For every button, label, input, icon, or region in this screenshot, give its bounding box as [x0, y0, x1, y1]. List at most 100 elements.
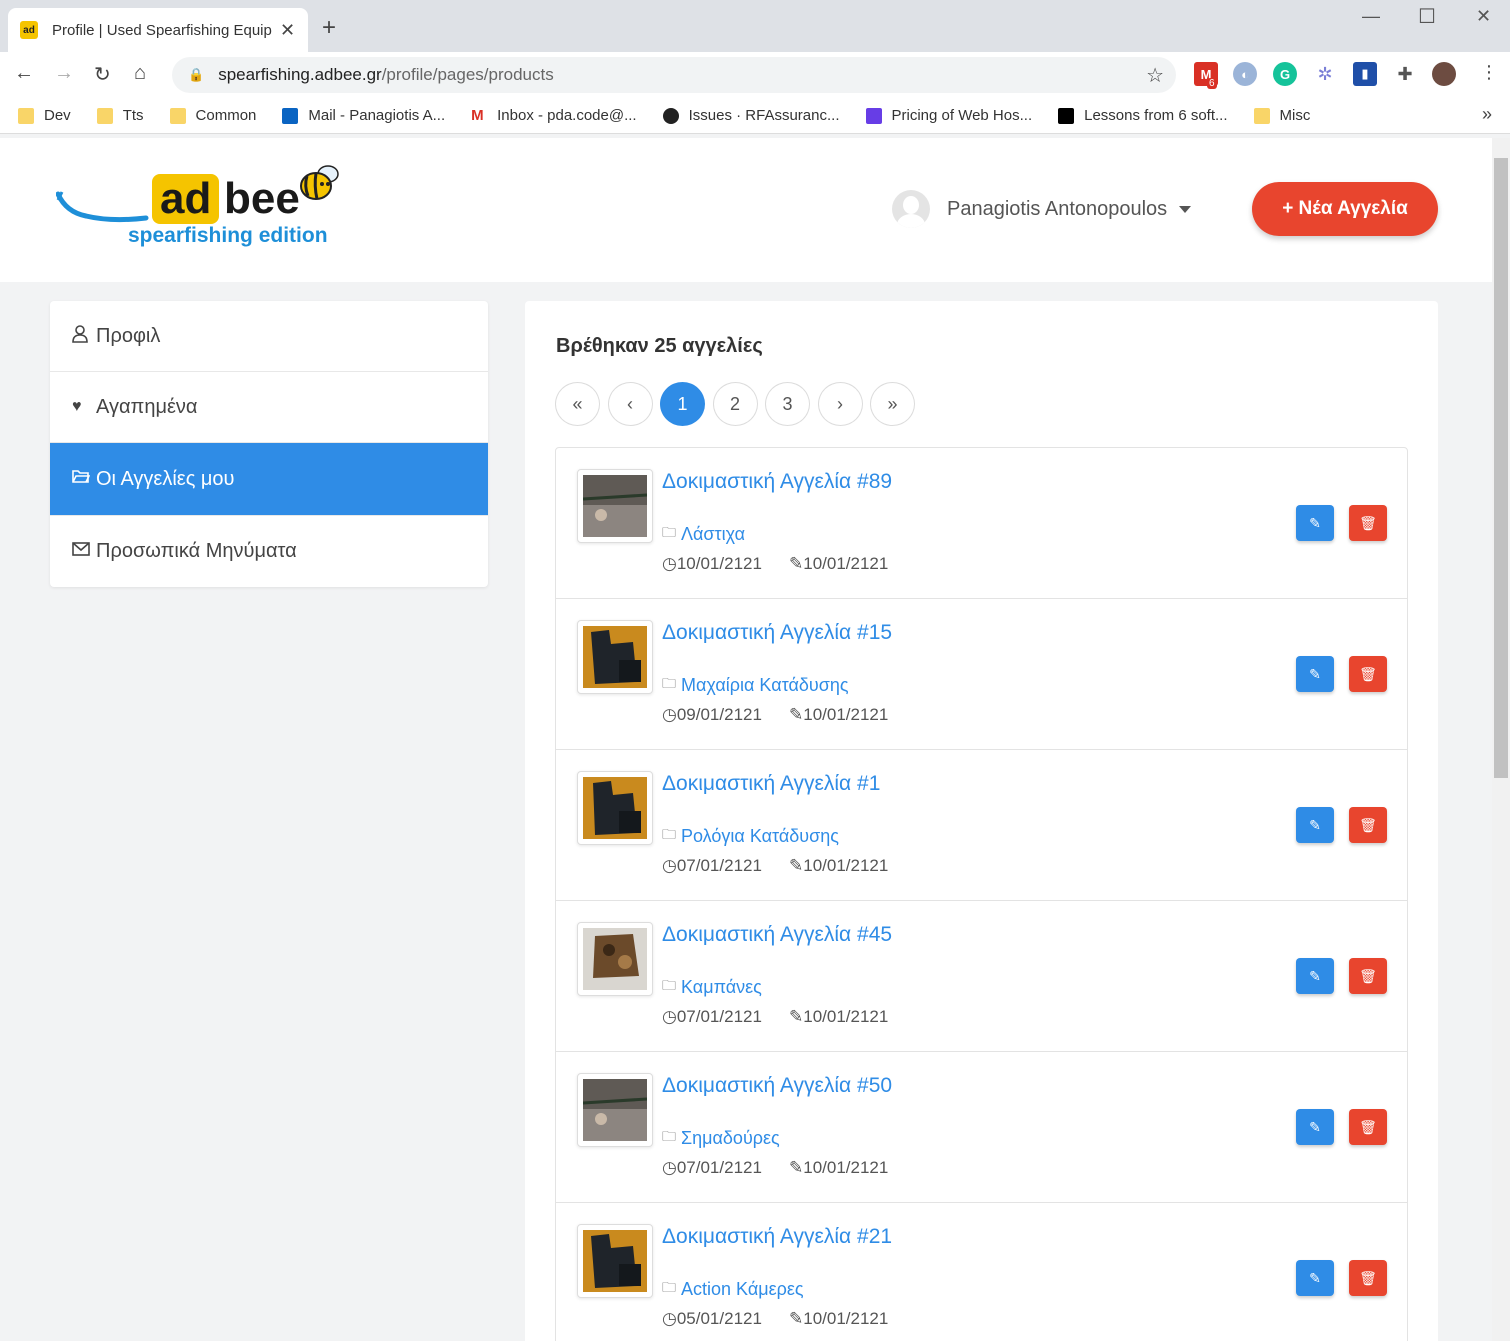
back-icon[interactable]: ← — [14, 62, 34, 85]
home-icon[interactable]: ⌂ — [134, 62, 146, 85]
bookmark-common[interactable]: Common — [169, 107, 256, 124]
ad-title-link[interactable]: Δοκιμαστική Αγγελία #89 — [662, 470, 892, 494]
ad-thumbnail[interactable] — [577, 922, 653, 996]
bookmark-dev[interactable]: Dev — [18, 107, 71, 124]
folder-icon: 🗀 — [662, 1279, 676, 1295]
extension-icon[interactable]: ◐ — [1233, 62, 1257, 86]
bookmark-misc[interactable]: Misc — [1253, 107, 1310, 124]
trello-extension-icon[interactable]: ▮ — [1353, 62, 1377, 86]
reload-icon[interactable]: ↻ — [94, 62, 111, 87]
bookmark-tts[interactable]: Tts — [96, 107, 144, 124]
ad-thumbnail[interactable] — [577, 1073, 653, 1147]
menu-dots-icon[interactable]: ⋮ — [1480, 62, 1498, 83]
folder-icon — [1253, 107, 1270, 124]
heart-icon: ♥ — [72, 398, 82, 415]
ad-title-link[interactable]: Δοκιμαστική Αγγελία #45 — [662, 923, 892, 947]
created-date: 07/01/2121 — [676, 1007, 762, 1026]
trash-icon: 🗑 — [1359, 1118, 1377, 1135]
delete-ad-button[interactable]: 🗑 — [1349, 958, 1387, 994]
edit-ad-button[interactable]: ✎ — [1296, 807, 1334, 843]
page-next-button[interactable]: › — [817, 382, 863, 426]
adbee-logo[interactable]: ad bee spearfishing edition — [56, 160, 356, 260]
pencil-icon: ✎ — [789, 856, 804, 875]
sidebar-item-my-ads[interactable]: Οι Αγγελίες μου — [50, 443, 488, 516]
logo-bee-text: bee — [224, 174, 300, 223]
page-prev-button[interactable]: ‹ — [607, 382, 653, 426]
puzzle-extensions-icon[interactable]: ✚ — [1393, 62, 1417, 86]
profile-avatar-icon[interactable] — [1432, 62, 1456, 86]
site-header: ad bee spearfishing edition Panagiotis A… — [0, 138, 1492, 282]
ad-category-link[interactable]: 🗀 Action Κάμερες — [662, 1277, 804, 1301]
page-3-button[interactable]: 3 — [765, 382, 810, 426]
ad-dates: ◷07/01/2121 ✎10/01/2121 — [662, 1007, 888, 1027]
ad-list-item: Δοκιμαστική Αγγελία #45 🗀 Καμπάνες ◷07/01… — [556, 901, 1407, 1052]
edit-ad-button[interactable]: ✎ — [1296, 656, 1334, 692]
clock-icon: ◷ — [662, 1007, 677, 1026]
ad-category-link[interactable]: 🗀 Καμπάνες — [662, 975, 762, 999]
bookmark-star-icon[interactable]: ☆ — [1146, 63, 1164, 88]
user-icon — [72, 324, 96, 348]
ad-thumbnail[interactable] — [577, 620, 653, 694]
browser-tabstrip: ad Profile | Used Spearfishing Equipment… — [0, 0, 1510, 52]
adbee-favicon-icon: ad — [20, 21, 38, 39]
ad-photo-image — [583, 928, 647, 990]
close-tab-icon[interactable]: ✕ — [280, 20, 295, 41]
url-text: spearfishing.adbee.gr/profile/pages/prod… — [218, 65, 554, 84]
ad-dates: ◷07/01/2121 ✎10/01/2121 — [662, 1158, 888, 1178]
ad-title-link[interactable]: Δοκιμαστική Αγγελία #50 — [662, 1074, 892, 1098]
new-tab-icon[interactable]: + — [322, 14, 336, 42]
edit-ad-button[interactable]: ✎ — [1296, 505, 1334, 541]
page-2-button[interactable]: 2 — [712, 382, 758, 426]
delete-ad-button[interactable]: 🗑 — [1349, 1260, 1387, 1296]
new-ad-button[interactable]: + Νέα Αγγελία — [1252, 182, 1438, 236]
delete-ad-button[interactable]: 🗑 — [1349, 807, 1387, 843]
forward-icon[interactable]: → — [54, 62, 74, 85]
page-first-button[interactable]: « — [555, 382, 600, 426]
delete-ad-button[interactable]: 🗑 — [1349, 656, 1387, 692]
minimize-icon[interactable]: — — [1362, 6, 1380, 27]
edit-ad-button[interactable]: ✎ — [1296, 1109, 1334, 1145]
ad-title-link[interactable]: Δοκιμαστική Αγγελία #15 — [662, 621, 892, 645]
close-window-icon[interactable]: ✕ — [1476, 6, 1491, 27]
pencil-icon: ✎ — [1309, 816, 1321, 833]
browser-tab[interactable]: ad Profile | Used Spearfishing Equipment… — [8, 8, 308, 52]
page-scrollbar[interactable] — [1492, 138, 1510, 1341]
more-bookmarks-icon[interactable]: » — [1482, 104, 1492, 125]
ad-category-link[interactable]: 🗀 Λάστιχα — [662, 522, 745, 546]
folder-icon: 🗀 — [662, 524, 676, 540]
user-menu[interactable]: Panagiotis Antonopoulos — [892, 190, 1192, 228]
ad-photo-image — [582, 1079, 648, 1141]
scrollbar-thumb[interactable] — [1494, 158, 1508, 778]
bookmark-issues[interactable]: Issues · RFAssuranc... — [662, 107, 840, 124]
page-last-button[interactable]: » — [870, 382, 915, 426]
ad-thumbnail[interactable] — [577, 771, 653, 845]
edit-ad-button[interactable]: ✎ — [1296, 958, 1334, 994]
ad-category-link[interactable]: 🗀 Ρολόγια Κατάδυσης — [662, 824, 839, 848]
ad-thumbnail[interactable] — [577, 1224, 653, 1298]
sidebar-item-profile[interactable]: Προφιλ — [50, 301, 488, 372]
bookmark-lessons[interactable]: Lessons from 6 soft... — [1058, 107, 1228, 124]
edit-ad-button[interactable]: ✎ — [1296, 1260, 1334, 1296]
bookmark-mail[interactable]: Mail - Panagiotis A... — [282, 107, 445, 124]
ad-category-link[interactable]: 🗀 Μαχαίρια Κατάδυσης — [662, 673, 849, 697]
trash-icon: 🗑 — [1359, 1269, 1377, 1286]
ad-title-link[interactable]: Δοκιμαστική Αγγελία #21 — [662, 1225, 892, 1249]
bookmark-inbox[interactable]: M Inbox - pda.code@... — [471, 107, 637, 124]
bookmark-pricing[interactable]: Pricing of Web Hos... — [865, 107, 1032, 124]
sidebar-item-favorites[interactable]: ♥ Αγαπημένα — [50, 372, 488, 443]
settings-extension-icon[interactable]: ✲ — [1313, 62, 1337, 86]
maximize-icon[interactable]: ☐ — [1418, 4, 1436, 29]
medium-icon — [1058, 107, 1075, 124]
ad-thumbnail[interactable] — [577, 469, 653, 543]
address-bar[interactable]: 🔒 spearfishing.adbee.gr/profile/pages/pr… — [172, 57, 1176, 93]
folder-open-icon — [72, 469, 96, 489]
ad-title-link[interactable]: Δοκιμαστική Αγγελία #1 — [662, 772, 880, 796]
delete-ad-button[interactable]: 🗑 — [1349, 1109, 1387, 1145]
grammarly-icon[interactable]: G — [1273, 62, 1297, 86]
ad-category-link[interactable]: 🗀 Σημαδούρες — [662, 1126, 780, 1150]
github-icon — [662, 107, 679, 124]
sidebar-item-messages[interactable]: Προσωπικά Μηνύματα — [50, 516, 488, 587]
page-1-button[interactable]: 1 — [660, 382, 705, 426]
delete-ad-button[interactable]: 🗑 — [1349, 505, 1387, 541]
edited-date: 10/01/2121 — [803, 1007, 889, 1026]
